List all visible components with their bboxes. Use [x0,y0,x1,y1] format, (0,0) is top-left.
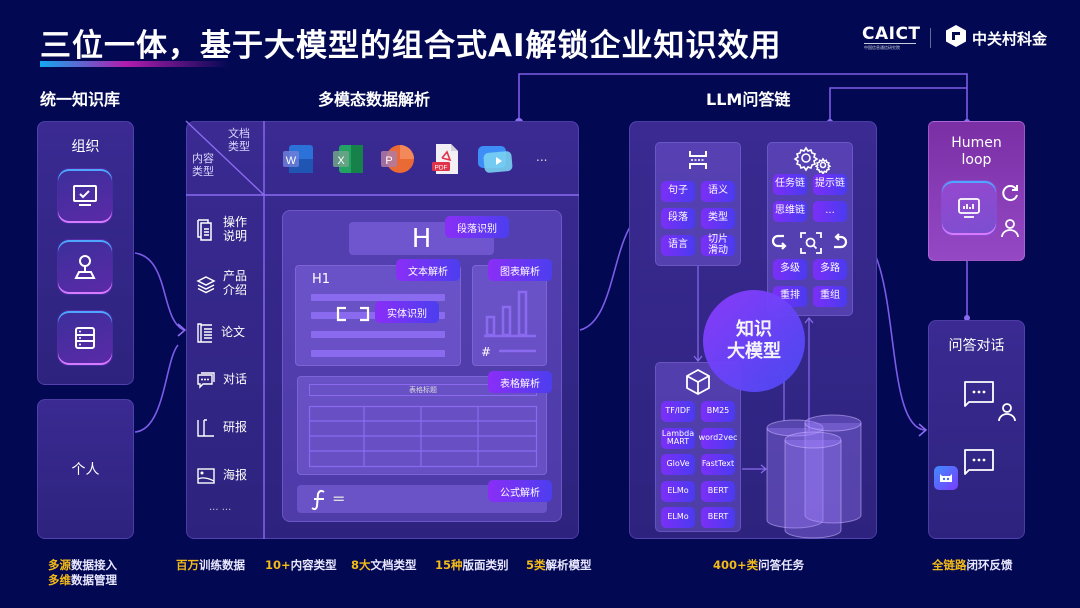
document-stack-icon [197,219,212,241]
svg-text:X: X [337,155,345,167]
content-type-label: 产品 介绍 [223,269,248,297]
header-doc-type: 文档 类型 [228,127,250,154]
content-types-more[interactable]: ··· ··· [209,505,231,516]
content-type-dialog[interactable]: 对话 [197,371,247,389]
person-pin-icon [74,255,96,279]
human-loop-dashboard-tile[interactable] [941,180,997,236]
monitor-check-icon [73,185,97,206]
refresh-icon[interactable] [1000,183,1020,203]
connector-parse-to-loop [518,73,968,122]
footer-stat: 15种版面类别 [435,558,509,572]
link-icon [336,306,370,322]
content-type-report[interactable]: 研报 [197,419,247,437]
connector-personal-to-parse [134,344,179,433]
header-content-type: 内容 类型 [192,152,214,179]
bot-avatar [934,466,958,490]
footer-stat: 多维数据管理 [48,573,117,587]
pdf-icon[interactable]: PDF [431,143,461,175]
org-icon-tile[interactable] [57,239,113,295]
personal-label: 个人 [71,462,100,478]
layers-icon [196,275,216,294]
footer-stat: 百万训练数据 [176,558,245,572]
excel-icon[interactable]: X [332,144,364,174]
powerpoint-icon[interactable]: P [380,144,414,174]
user-icon [1001,219,1019,238]
chat-icon [197,372,215,389]
footer-stat: 10+内容类型 [265,558,337,572]
bar-chart-icon: # [481,290,536,359]
connector-org-to-parse [134,252,185,331]
footer-stat: 全链路闭环反馈 [932,558,1013,572]
equals-glyph: = [332,489,346,508]
text-line [311,331,445,338]
tag-text-parsing[interactable]: 文本解析 [396,259,460,281]
content-type-label: 论文 [221,325,246,340]
footer-stat: 8大文档类型 [351,558,417,572]
footer-stat: 5类解析模型 [526,558,592,572]
text-line [311,294,445,301]
arrowhead-icon [177,323,187,337]
svg-text:PDF: PDF [435,165,448,172]
qa-dialog-title: 问答对话 [948,338,1005,354]
org-label: 组织 [71,139,100,155]
user-icon [998,403,1016,422]
content-type-manual[interactable]: 操作 说明 [197,215,248,244]
report-icon [197,419,214,437]
hash-glyph: # [481,345,491,359]
footer-stat: 多源数据接入 [48,558,117,572]
svg-text:W: W [286,155,297,167]
image-icon [197,468,215,484]
tag-paragraph-recognition[interactable]: 段落识别 [445,216,509,238]
org-icon-tile[interactable] [57,310,113,366]
knowledge-llm-circle[interactable]: 知识 大模型 [703,290,805,392]
content-type-paper[interactable]: 论文 [197,323,245,343]
tag-entity-recognition[interactable]: 实体识别 [375,301,439,323]
word-icon[interactable]: W [282,144,314,174]
table-grid [308,405,538,468]
chat-bubble-icon [964,381,994,407]
tag-table-parsing[interactable]: 表格解析 [488,371,552,393]
video-icon[interactable] [476,144,514,176]
org-icon-tile[interactable] [57,168,113,224]
dashboard-monitor-icon [958,198,980,218]
chat-bubble-icon [964,449,994,475]
svg-text:P: P [385,155,392,167]
content-type-label: 海报 [223,468,248,483]
content-type-label: 操作 说明 [223,215,248,243]
tag-chart-parsing[interactable]: 图表解析 [488,259,552,281]
text-line [311,350,445,357]
function-icon [311,489,325,511]
content-type-product[interactable]: 产品 介绍 [196,269,248,298]
tag-formula-parsing[interactable]: 公式解析 [488,480,552,502]
heading-glyph: H [411,223,432,254]
personal-panel[interactable]: 个人 [37,399,134,539]
content-type-label: 研报 [223,420,248,435]
connector-llm-to-loop [829,87,967,122]
paper-icon [197,323,212,343]
layout-canvas [282,210,562,522]
content-type-poster[interactable]: 海报 [197,468,247,484]
doc-types-more[interactable]: ... [536,150,547,164]
footer-stat: 400+类问答任务 [713,558,805,572]
human-loop-label: Humen loop [951,135,1002,168]
robot-icon [940,474,952,482]
database-icon [766,414,862,539]
h1-glyph: H1 [312,272,331,287]
content-type-label: 对话 [223,372,248,387]
server-icon [75,327,95,349]
